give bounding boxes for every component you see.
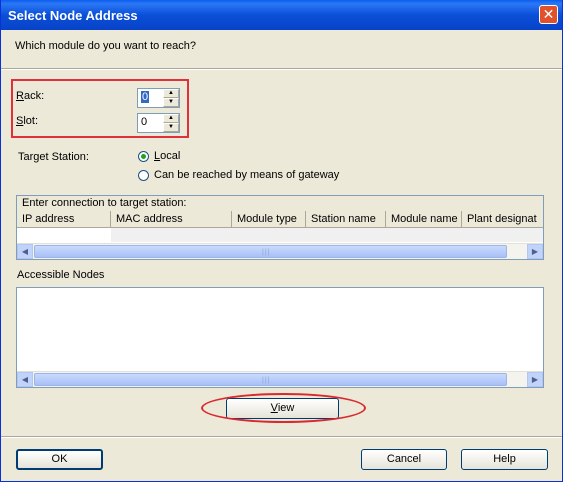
footer-divider [1, 436, 562, 438]
target-station-label: Target Station: [18, 151, 89, 163]
col-station-label: Station name [311, 213, 376, 225]
radio-local-label[interactable]: Local [154, 150, 180, 162]
col-ip-label: IP address [22, 213, 75, 225]
accessible-nodes-label: Accessible Nodes [17, 269, 105, 281]
col-plant-designation[interactable]: Plant designat [462, 211, 543, 228]
col-ip-address[interactable]: IP address [17, 211, 111, 228]
col-type-label: Module type [237, 213, 297, 225]
col-module-type[interactable]: Module type [232, 211, 306, 228]
connection-table-caption: Enter connection to target station: [17, 196, 543, 212]
rack-up-icon[interactable]: ▲ [163, 89, 179, 98]
question-text: Which module do you want to reach? [15, 40, 196, 52]
ip-input-cell[interactable] [17, 228, 111, 242]
radio-gateway[interactable] [138, 170, 149, 181]
ok-button[interactable]: OK [16, 449, 103, 470]
nodes-scroll-left-icon[interactable]: ◀ [17, 372, 33, 387]
scroll-thumb[interactable]: ||| [34, 245, 507, 258]
slot-spinner[interactable]: 0 ▲ ▼ [137, 113, 180, 133]
divider [1, 68, 562, 70]
col-module-label: Module name [391, 213, 458, 225]
highlight-view [201, 393, 366, 423]
rack-value[interactable]: 0 [141, 91, 150, 103]
slot-label: Slot: [16, 115, 38, 127]
radio-gateway-label[interactable]: Can be reached by means of gateway [154, 169, 339, 181]
col-module-name[interactable]: Module name [386, 211, 462, 228]
col-station-name[interactable]: Station name [306, 211, 386, 228]
rack-label-text: ack: [23, 90, 45, 102]
accessible-nodes-list[interactable]: ◀ ||| ▶ [16, 287, 544, 388]
slot-value[interactable]: 0 [141, 116, 147, 128]
table-h-scrollbar[interactable]: ◀ ||| ▶ [17, 243, 543, 259]
col-plant-label: Plant designat [467, 213, 537, 225]
scroll-left-icon[interactable]: ◀ [17, 244, 33, 259]
table-row[interactable] [111, 228, 543, 242]
slot-label-text: lot: [23, 115, 39, 127]
gateway-pre: Can be reached by means of [154, 169, 299, 181]
gateway-text: ateway [304, 169, 340, 181]
title-bar[interactable]: Select Node Address ✕ [1, 0, 562, 30]
window-title: Select Node Address [8, 8, 138, 23]
rack-label: Rack: [16, 90, 44, 102]
connection-table: Enter connection to target station: IP a… [16, 195, 544, 260]
slot-down-icon[interactable]: ▼ [163, 123, 179, 132]
nodes-grip-icon: ||| [262, 377, 271, 384]
col-mac-address[interactable]: MAC address [111, 211, 232, 228]
radio-local[interactable] [138, 151, 149, 162]
slot-up-icon[interactable]: ▲ [163, 114, 179, 123]
nodes-scroll-thumb[interactable]: ||| [34, 373, 507, 386]
col-mac-label: MAC address [116, 213, 183, 225]
cancel-button[interactable]: Cancel [361, 449, 447, 470]
help-button[interactable]: Help [461, 449, 548, 470]
nodes-scroll-right-icon[interactable]: ▶ [527, 372, 543, 387]
nodes-h-scrollbar[interactable]: ◀ ||| ▶ [17, 371, 543, 387]
grip-icon: ||| [262, 249, 271, 256]
local-text: ocal [160, 150, 181, 162]
rack-spinner[interactable]: 0 ▲ ▼ [137, 88, 180, 108]
close-icon[interactable]: ✕ [539, 5, 558, 24]
select-node-address-dialog: Select Node Address ✕ Which module do yo… [0, 0, 563, 482]
scroll-right-icon[interactable]: ▶ [527, 244, 543, 259]
rack-label-accel: R [16, 90, 24, 102]
rack-down-icon[interactable]: ▼ [163, 98, 179, 107]
caption-text: Enter connection to target station: [22, 197, 187, 209]
